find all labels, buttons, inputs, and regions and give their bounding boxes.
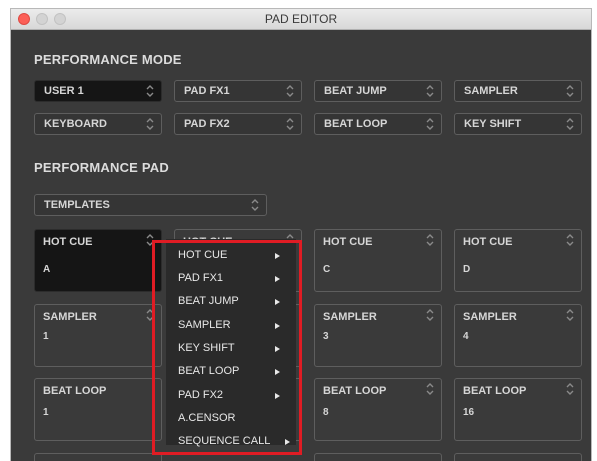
title-bar: PAD EDITOR bbox=[11, 9, 591, 30]
pad-value: 4 bbox=[463, 331, 469, 342]
pad-function-label: BEAT LOOP bbox=[43, 385, 107, 397]
dropdown-label: SAMPLER bbox=[464, 85, 518, 97]
mode-dropdown-beat-loop[interactable]: BEAT LOOP bbox=[314, 113, 442, 135]
up-down-arrows-icon bbox=[566, 383, 574, 395]
up-down-arrows-icon bbox=[286, 85, 294, 97]
up-down-arrows-icon bbox=[146, 85, 154, 97]
up-down-arrows-icon bbox=[251, 199, 259, 211]
up-down-arrows-icon bbox=[286, 118, 294, 130]
dropdown-label: KEY SHIFT bbox=[464, 118, 522, 130]
pad-function-label: BEAT LOOP bbox=[463, 385, 527, 397]
pad-3[interactable]: HOT CUE C bbox=[314, 229, 442, 292]
dropdown-label: BEAT JUMP bbox=[324, 85, 387, 97]
mode-dropdown-pad-fx2[interactable]: PAD FX2 bbox=[174, 113, 302, 135]
mode-dropdown-user1[interactable]: USER 1 bbox=[34, 80, 162, 102]
performance-mode-title: PERFORMANCE MODE bbox=[34, 52, 182, 67]
up-down-arrows-icon bbox=[426, 309, 434, 321]
up-down-arrows-icon bbox=[426, 118, 434, 130]
pad-value: 3 bbox=[323, 331, 329, 342]
pad-value: 8 bbox=[323, 407, 329, 418]
pad-value: D bbox=[463, 264, 471, 275]
pad-function-label: BEAT LOOP bbox=[323, 385, 387, 397]
window-title: PAD EDITOR bbox=[264, 12, 338, 26]
dropdown-label: PAD FX1 bbox=[184, 85, 230, 97]
dropdown-label: PAD FX2 bbox=[184, 118, 230, 130]
mode-dropdown-sampler[interactable]: SAMPLER bbox=[454, 80, 582, 102]
pad-8[interactable]: SAMPLER 4 bbox=[454, 304, 582, 367]
pad-value: A bbox=[43, 264, 51, 275]
pad-value: 1 bbox=[43, 407, 49, 418]
pad-value: 1 bbox=[43, 331, 49, 342]
pad-function-label: SAMPLER bbox=[43, 311, 97, 323]
pad-value: C bbox=[323, 264, 331, 275]
mode-dropdown-pad-fx1[interactable]: PAD FX1 bbox=[174, 80, 302, 102]
pad-9[interactable]: BEAT LOOP 1 bbox=[34, 378, 162, 441]
up-down-arrows-icon bbox=[566, 234, 574, 246]
pad-function-label: HOT CUE bbox=[463, 236, 513, 248]
pad-5[interactable]: SAMPLER 1 bbox=[34, 304, 162, 367]
up-down-arrows-icon bbox=[426, 234, 434, 246]
mode-dropdown-keyboard[interactable]: KEYBOARD bbox=[34, 113, 162, 135]
dropdown-label: BEAT LOOP bbox=[324, 118, 388, 130]
pad-function-label: HOT CUE bbox=[323, 236, 373, 248]
pad-4[interactable]: HOT CUE D bbox=[454, 229, 582, 292]
pad-12[interactable]: BEAT LOOP 16 bbox=[454, 378, 582, 441]
pad-function-label: HOT CUE bbox=[43, 236, 93, 248]
performance-pad-title: PERFORMANCE PAD bbox=[34, 160, 169, 175]
mode-dropdown-key-shift[interactable]: KEY SHIFT bbox=[454, 113, 582, 135]
pad-function-label: SAMPLER bbox=[463, 311, 517, 323]
up-down-arrows-icon bbox=[566, 118, 574, 130]
up-down-arrows-icon bbox=[426, 383, 434, 395]
dropdown-label: KEYBOARD bbox=[44, 118, 107, 130]
mode-dropdown-beat-jump[interactable]: BEAT JUMP bbox=[314, 80, 442, 102]
up-down-arrows-icon bbox=[146, 118, 154, 130]
templates-dropdown[interactable]: TEMPLATES bbox=[34, 194, 267, 216]
pad-7[interactable]: SAMPLER 3 bbox=[314, 304, 442, 367]
pad-value: 16 bbox=[463, 407, 475, 418]
dropdown-label: USER 1 bbox=[44, 85, 84, 97]
pad-function-label: SAMPLER bbox=[323, 311, 377, 323]
dropdown-label: TEMPLATES bbox=[44, 199, 110, 211]
up-down-arrows-icon bbox=[566, 85, 574, 97]
menu-highlight-frame bbox=[152, 240, 302, 455]
pad-11[interactable]: BEAT LOOP 8 bbox=[314, 378, 442, 441]
up-down-arrows-icon bbox=[426, 85, 434, 97]
pad-1[interactable]: HOT CUE A bbox=[34, 229, 162, 292]
up-down-arrows-icon bbox=[566, 309, 574, 321]
